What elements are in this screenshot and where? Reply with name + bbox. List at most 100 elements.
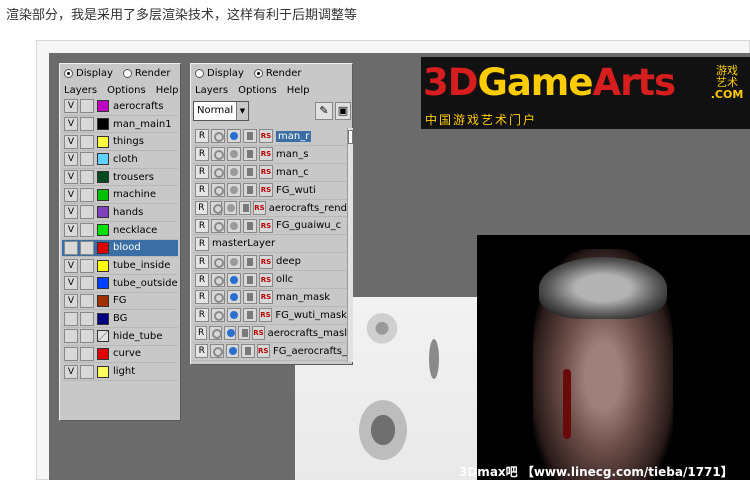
playback-toggle[interactable]	[80, 99, 94, 114]
visibility-toggle[interactable]: V	[64, 258, 78, 273]
menu-layers[interactable]: Layers	[64, 85, 97, 96]
blend-mode-select[interactable]: Normal ▼	[193, 101, 249, 121]
recycle-icon[interactable]	[209, 326, 223, 341]
layer-color-swatch[interactable]	[97, 294, 109, 307]
layer-row[interactable]: V FG	[62, 293, 178, 311]
playback-toggle[interactable]	[80, 170, 94, 185]
layer-color-swatch[interactable]	[97, 330, 109, 343]
render-layer-row[interactable]: R RS man_s	[193, 146, 347, 164]
layer-color-swatch[interactable]	[97, 312, 109, 325]
menu-help[interactable]: Help	[287, 85, 310, 96]
layer-color-swatch[interactable]	[97, 100, 109, 113]
recycle-icon[interactable]	[211, 272, 225, 287]
recycle-icon[interactable]	[211, 183, 225, 198]
visibility-toggle[interactable]: V	[64, 117, 78, 132]
render-layer-row[interactable]: R RS deep	[193, 253, 347, 272]
playback-toggle[interactable]	[80, 329, 94, 344]
flag-icon[interactable]	[243, 218, 257, 233]
recycle-icon[interactable]	[211, 147, 225, 162]
layer-color-swatch[interactable]	[97, 224, 109, 237]
layer-row[interactable]: hide_tube	[62, 328, 178, 346]
playback-toggle[interactable]	[80, 346, 94, 361]
layer-row[interactable]: Vthings	[62, 133, 178, 152]
material-icon[interactable]: RS	[253, 201, 266, 215]
layer-row[interactable]: BG	[62, 310, 178, 328]
visibility-toggle[interactable]: V	[64, 293, 78, 308]
render-layer-row[interactable]: R RS FG_wuti_mask	[193, 307, 347, 325]
recycle-icon[interactable]	[211, 254, 225, 269]
layer-color-swatch[interactable]	[97, 365, 109, 378]
visibility-toggle[interactable]	[64, 346, 78, 361]
recycle-icon[interactable]	[209, 201, 223, 215]
material-icon[interactable]: RS	[259, 254, 273, 269]
visibility-toggle[interactable]	[64, 329, 78, 344]
layer-row[interactable]: Vtube_inside	[62, 257, 178, 275]
renderable-toggle[interactable]: R	[195, 326, 208, 341]
renderable-toggle[interactable]: R	[195, 218, 209, 233]
layer-color-swatch[interactable]	[97, 118, 109, 131]
flag-icon[interactable]	[238, 201, 252, 215]
playback-toggle[interactable]	[80, 187, 94, 202]
radio-display[interactable]: Display	[195, 68, 244, 79]
layer-row[interactable]: Vcloth	[62, 151, 178, 169]
playback-toggle[interactable]	[80, 311, 94, 326]
renderable-toggle[interactable]: R	[195, 201, 208, 215]
recycle-icon[interactable]	[211, 218, 225, 233]
layer-color-swatch[interactable]	[97, 259, 109, 272]
visibility-toggle[interactable]: V	[64, 152, 78, 167]
radio-display[interactable]: Display	[64, 68, 113, 79]
layer-row[interactable]: Vhands	[62, 204, 178, 222]
layer-tool-icon[interactable]: ▣	[335, 102, 351, 120]
ball-icon[interactable]	[225, 344, 240, 359]
flag-icon[interactable]	[242, 308, 257, 323]
layer-row[interactable]: Vaerocrafts	[62, 98, 178, 116]
render-layer-row-selected[interactable]: R RS man_r	[193, 128, 347, 146]
layer-row-selected[interactable]: blood	[62, 239, 178, 258]
playback-toggle[interactable]	[80, 364, 94, 379]
recycle-icon[interactable]	[211, 290, 225, 305]
visibility-toggle[interactable]: V	[64, 134, 78, 149]
render-layer-row-master[interactable]: RmasterLayer	[193, 235, 347, 254]
flag-icon[interactable]	[241, 344, 255, 359]
flag-icon[interactable]	[243, 254, 257, 269]
renderable-toggle[interactable]: R	[195, 129, 209, 144]
render-layer-row[interactable]: R RS FG_guaiwu_c	[193, 217, 347, 236]
menu-help[interactable]: Help	[156, 85, 179, 96]
menu-options[interactable]: Options	[238, 85, 277, 96]
render-layer-row[interactable]: R RS man_c	[193, 164, 347, 182]
visibility-toggle[interactable]	[64, 311, 78, 326]
ball-icon[interactable]	[227, 147, 241, 162]
material-icon[interactable]: RS	[258, 308, 273, 323]
render-layer-row[interactable]: R RS man_mask	[193, 289, 347, 307]
material-icon[interactable]: RS	[259, 147, 273, 162]
layer-color-swatch[interactable]	[97, 153, 109, 166]
visibility-toggle[interactable]: V	[64, 223, 78, 238]
playback-toggle[interactable]	[80, 223, 94, 238]
playback-toggle[interactable]	[80, 258, 94, 273]
playback-toggle[interactable]	[80, 293, 94, 308]
layer-color-swatch[interactable]	[97, 188, 109, 201]
render-list-scrollbar[interactable]	[347, 128, 353, 362]
layer-row[interactable]: Vmachine	[62, 186, 178, 205]
renderable-toggle[interactable]: R	[195, 344, 209, 359]
ball-icon[interactable]	[224, 201, 237, 215]
material-icon[interactable]: RS	[259, 129, 273, 144]
layer-row[interactable]: Vlight	[62, 363, 178, 381]
material-icon[interactable]: RS	[252, 326, 265, 341]
ball-icon[interactable]	[227, 129, 241, 144]
material-icon[interactable]: RS	[259, 165, 273, 180]
scrollbar-thumb[interactable]	[348, 130, 353, 144]
material-icon[interactable]: RS	[259, 218, 273, 233]
playback-toggle[interactable]	[80, 276, 94, 291]
ball-icon[interactable]	[223, 326, 236, 341]
renderable-toggle[interactable]: R	[195, 183, 209, 198]
render-layer-row[interactable]: R RS aerocrafts_masl	[193, 325, 347, 343]
material-icon[interactable]: RS	[259, 272, 273, 287]
visibility-toggle[interactable]: V	[64, 205, 78, 220]
layer-color-swatch[interactable]	[97, 171, 109, 184]
renderable-toggle[interactable]: R	[195, 272, 209, 287]
render-layer-row[interactable]: R RS FG_aerocrafts_	[193, 343, 347, 361]
layer-row[interactable]: Vtrousers	[62, 169, 178, 187]
layer-row[interactable]: Vman_main1	[62, 116, 178, 134]
ball-icon[interactable]	[227, 183, 241, 198]
